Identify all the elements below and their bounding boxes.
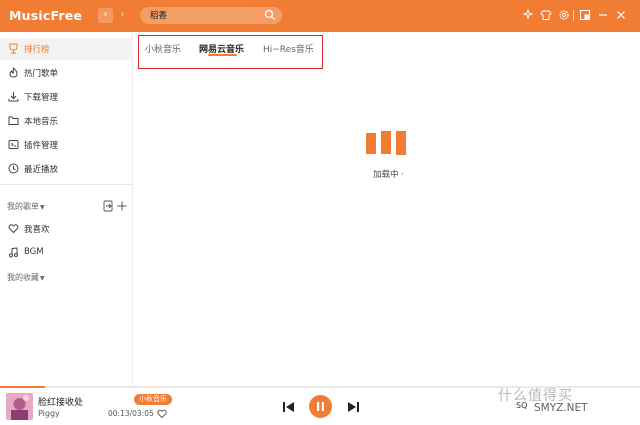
- mini-mode-icon[interactable]: [579, 9, 591, 21]
- title-bar: MusicFree ‹ › 稻香: [0, 0, 640, 32]
- album-cover[interactable]: [6, 393, 33, 420]
- loading-bars-icon: [366, 131, 406, 155]
- sidebar-divider: [0, 184, 133, 185]
- caret-down-icon: ▼: [40, 204, 45, 211]
- sidebar-item-label: 最近播放: [24, 165, 59, 175]
- app-logo: MusicFree: [9, 8, 83, 23]
- minimize-icon[interactable]: [597, 9, 609, 21]
- active-tab-indicator: [208, 54, 237, 56]
- sidebar-item-charts[interactable]: 排行榜: [0, 38, 133, 60]
- loading-text: 加载中 ·: [373, 170, 404, 180]
- sidebar-item-label: 下载管理: [24, 93, 59, 103]
- playlist-item-label: 我喜欢: [24, 225, 50, 235]
- sidebar-item-recent[interactable]: 最近播放: [0, 158, 133, 180]
- sidebar-item-plugins[interactable]: 插件管理: [0, 134, 133, 156]
- folder-icon: [8, 116, 19, 125]
- fire-icon: [9, 67, 18, 78]
- heart-icon: [8, 224, 19, 234]
- sidebar-item-label: 热门歌单: [24, 69, 59, 79]
- trophy-icon: [9, 43, 18, 54]
- playlist-item-favorites[interactable]: 我喜欢: [0, 218, 133, 240]
- playlist-item-label: BGM: [24, 247, 44, 257]
- import-icon[interactable]: [103, 200, 113, 212]
- heart-icon[interactable]: [157, 409, 167, 418]
- sidebar-item-label: 本地音乐: [24, 117, 59, 127]
- music-note-icon: [9, 247, 18, 258]
- caret-down-icon: ▼: [40, 275, 45, 282]
- titlebar-separator: [573, 10, 574, 21]
- skip-previous-icon[interactable]: [283, 402, 294, 412]
- download-icon: [8, 92, 19, 102]
- sidebar: 排行榜 热门歌单 下载管理 本地音乐 插件管理 最近播放 我的歌单▼ 我喜欢 B…: [0, 32, 133, 386]
- add-playlist-icon[interactable]: [117, 201, 127, 211]
- sidebar-item-label: 插件管理: [24, 141, 59, 151]
- search-input[interactable]: 稻香: [150, 9, 167, 21]
- clock-icon: [8, 163, 19, 174]
- pause-icon: [317, 402, 324, 411]
- sidebar-item-downloads[interactable]: 下载管理: [0, 86, 133, 108]
- song-title[interactable]: 脸红接收处: [38, 395, 83, 408]
- theme-shirt-icon[interactable]: [540, 9, 552, 21]
- plugin-icon: [8, 140, 19, 149]
- forward-button[interactable]: ›: [115, 8, 130, 23]
- back-button[interactable]: ‹: [98, 8, 113, 23]
- sidebar-item-hot-playlists[interactable]: 热门歌单: [0, 62, 133, 84]
- my-playlists-header[interactable]: 我的歌单▼: [7, 201, 45, 212]
- sidebar-item-label: 排行榜: [24, 45, 50, 55]
- source-badge: 小秋音乐: [134, 394, 172, 405]
- settings-gear-icon[interactable]: [558, 9, 570, 21]
- my-favorites-header[interactable]: 我的收藏▼: [7, 272, 45, 283]
- search-box[interactable]: 稻香: [140, 7, 282, 24]
- tab-xiaoqiu-music[interactable]: 小秋音乐: [145, 42, 181, 55]
- tab-hires-music[interactable]: Hi~Res音乐: [263, 42, 314, 55]
- pause-button[interactable]: [309, 395, 332, 418]
- magic-icon[interactable]: [522, 9, 534, 21]
- playlist-actions: [103, 200, 127, 212]
- artist-name[interactable]: Piggy: [38, 409, 60, 418]
- playlist-item-bgm[interactable]: BGM: [0, 242, 133, 264]
- playback-time: 00:13/03:05: [108, 409, 154, 418]
- skip-next-icon[interactable]: [348, 402, 359, 412]
- close-icon[interactable]: [615, 9, 627, 21]
- sidebar-item-local-music[interactable]: 本地音乐: [0, 110, 133, 132]
- search-icon[interactable]: [264, 9, 276, 21]
- watermark: 什么值得买 SMYZ.NET: [472, 382, 640, 425]
- watermark-url: SMYZ.NET: [534, 402, 588, 414]
